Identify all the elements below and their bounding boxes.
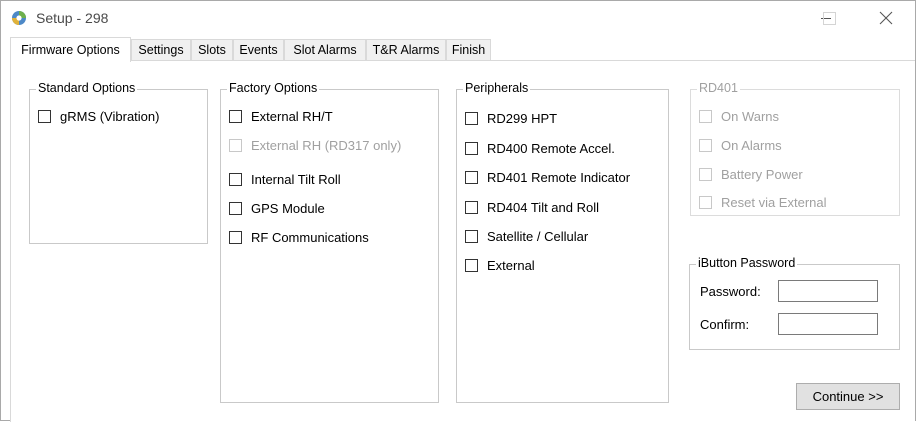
checkbox-battery-power: Battery Power bbox=[699, 167, 803, 182]
close-icon[interactable] bbox=[863, 5, 909, 31]
maximize-box-icon[interactable] bbox=[823, 12, 836, 25]
continue-button[interactable]: Continue >> bbox=[796, 383, 900, 410]
tab-settings[interactable]: Settings bbox=[131, 39, 191, 60]
password-label: Password: bbox=[700, 284, 761, 299]
tab-tr-alarms[interactable]: T&R Alarms bbox=[366, 39, 446, 60]
checkbox-label: RF Communications bbox=[251, 230, 369, 245]
checkbox-label: RD400 Remote Accel. bbox=[487, 141, 615, 156]
checkbox-box bbox=[699, 196, 712, 209]
tab-firmware-options[interactable]: Firmware Options bbox=[10, 37, 131, 62]
checkbox-label: Satellite / Cellular bbox=[487, 229, 589, 244]
window-title: Setup - 298 bbox=[36, 10, 109, 26]
checkbox-box bbox=[699, 110, 712, 123]
checkbox-label: External RH/T bbox=[251, 109, 333, 124]
checkbox-label: External RH (RD317 only) bbox=[251, 138, 402, 153]
ibutton-password-title: iButton Password bbox=[696, 256, 798, 270]
tab-finish[interactable]: Finish bbox=[446, 39, 491, 60]
checkbox-rf-communications[interactable]: RF Communications bbox=[229, 230, 369, 245]
checkbox-on-alarms: On Alarms bbox=[699, 138, 782, 153]
checkbox-box[interactable] bbox=[465, 112, 478, 125]
checkbox-satellite-cellular[interactable]: Satellite / Cellular bbox=[465, 229, 588, 244]
rd401-group: RD401 On Warns On Alarms Battery Power R… bbox=[690, 81, 900, 216]
checkbox-rd404-tilt-roll[interactable]: RD404 Tilt and Roll bbox=[465, 200, 599, 215]
checkbox-box bbox=[699, 168, 712, 181]
checkbox-label: GPS Module bbox=[251, 201, 325, 216]
checkbox-box[interactable] bbox=[465, 201, 478, 214]
checkbox-rd299-hpt[interactable]: RD299 HPT bbox=[465, 111, 557, 126]
peripherals-group: Peripherals RD299 HPT RD400 Remote Accel… bbox=[456, 81, 669, 403]
checkbox-external-rh-rd317: External RH (RD317 only) bbox=[229, 138, 401, 153]
setup-window: Setup - 298 Firmware Options Settings Sl… bbox=[0, 0, 916, 422]
confirm-input[interactable] bbox=[778, 313, 878, 335]
title-bar[interactable]: Setup - 298 bbox=[1, 1, 915, 35]
checkbox-box[interactable] bbox=[229, 231, 242, 244]
checkbox-label: RD404 Tilt and Roll bbox=[487, 200, 599, 215]
checkbox-label: RD299 HPT bbox=[487, 111, 558, 126]
tab-strip: Firmware Options Settings Slots Events S… bbox=[10, 37, 915, 62]
checkbox-label: On Warns bbox=[721, 109, 780, 124]
checkbox-label: gRMS (Vibration) bbox=[60, 109, 160, 124]
setup-app-icon bbox=[11, 10, 27, 26]
checkbox-box[interactable] bbox=[465, 142, 478, 155]
checkbox-reset-via-external: Reset via External bbox=[699, 195, 827, 210]
checkbox-external-rht[interactable]: External RH/T bbox=[229, 109, 333, 124]
tab-slot-alarms[interactable]: Slot Alarms bbox=[284, 39, 366, 60]
checkbox-box[interactable] bbox=[465, 230, 478, 243]
factory-options-group: Factory Options External RH/T External R… bbox=[220, 81, 439, 403]
checkbox-box[interactable] bbox=[229, 202, 242, 215]
checkbox-label: External bbox=[487, 258, 535, 273]
checkbox-external[interactable]: External bbox=[465, 258, 535, 273]
checkbox-box bbox=[699, 139, 712, 152]
checkbox-label: On Alarms bbox=[721, 138, 782, 153]
checkbox-on-warns: On Warns bbox=[699, 109, 779, 124]
standard-options-title: Standard Options bbox=[36, 81, 138, 95]
checkbox-label: Reset via External bbox=[721, 195, 827, 210]
password-input[interactable] bbox=[778, 280, 878, 302]
checkbox-box[interactable] bbox=[229, 173, 242, 186]
ibutton-password-group: iButton Password Password: Confirm: bbox=[689, 256, 900, 350]
checkbox-box[interactable] bbox=[38, 110, 51, 123]
tab-events[interactable]: Events bbox=[233, 39, 284, 60]
firmware-options-panel: Standard Options gRMS (Vibration) Factor… bbox=[10, 60, 915, 422]
tab-slots[interactable]: Slots bbox=[191, 39, 233, 60]
checkbox-gps-module[interactable]: GPS Module bbox=[229, 201, 325, 216]
checkbox-label: Battery Power bbox=[721, 167, 803, 182]
checkbox-box[interactable] bbox=[465, 171, 478, 184]
checkbox-label: Internal Tilt Roll bbox=[251, 172, 341, 187]
checkbox-rd400-remote-accel[interactable]: RD400 Remote Accel. bbox=[465, 141, 615, 156]
checkbox-rd401-remote-indicator[interactable]: RD401 Remote Indicator bbox=[465, 170, 630, 185]
factory-options-title: Factory Options bbox=[227, 81, 320, 95]
checkbox-grms-vibration[interactable]: gRMS (Vibration) bbox=[38, 109, 159, 124]
confirm-label: Confirm: bbox=[700, 317, 750, 332]
checkbox-box bbox=[229, 139, 242, 152]
checkbox-box[interactable] bbox=[465, 259, 478, 272]
checkbox-internal-tilt-roll[interactable]: Internal Tilt Roll bbox=[229, 172, 341, 187]
standard-options-group: Standard Options gRMS (Vibration) bbox=[29, 81, 208, 244]
checkbox-box[interactable] bbox=[229, 110, 242, 123]
rd401-title: RD401 bbox=[697, 81, 740, 95]
peripherals-title: Peripherals bbox=[463, 81, 531, 95]
checkbox-label: RD401 Remote Indicator bbox=[487, 170, 631, 185]
